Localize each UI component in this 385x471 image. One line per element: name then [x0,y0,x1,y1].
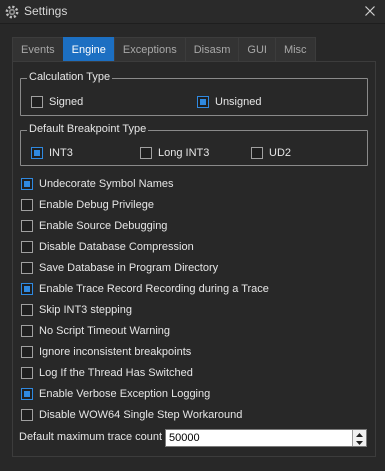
checkbox-label: Disable WOW64 Single Step Workaround [39,409,243,421]
breakpoint-type-title: Default Breakpoint Type [27,123,149,135]
tab-gui[interactable]: GUI [238,37,275,62]
radio-indicator[interactable] [31,96,43,108]
radio-signed[interactable]: Signed [31,94,83,110]
checkbox-indicator[interactable] [21,241,33,253]
radio-long-int3[interactable]: Long INT3 [140,145,209,161]
checkbox-indicator[interactable] [21,262,33,274]
calculation-type-group: Calculation Type Signed Unsigned [20,71,368,116]
checkbox-indicator[interactable] [21,220,33,232]
checkbox-log-if-thread-has-switched[interactable]: Log If the Thread Has Switched [21,365,193,381]
checkbox-undecorate-symbol-names[interactable]: Undecorate Symbol Names [21,176,174,192]
arrow-down-icon [356,436,363,448]
close-icon [365,5,375,19]
engine-panel: Calculation Type Signed Unsigned Default… [12,61,376,457]
checkbox-label: Enable Source Debugging [39,220,168,232]
breakpoint-type-group: Default Breakpoint Type INT3 Long INT3 U… [20,123,368,166]
radio-int3[interactable]: INT3 [31,145,73,161]
title-bar: Settings [0,0,385,24]
checkbox-indicator[interactable] [21,409,33,421]
checkbox-indicator[interactable] [21,325,33,337]
radio-ud2[interactable]: UD2 [251,145,291,161]
checkbox-label: Log If the Thread Has Switched [39,367,193,379]
radio-indicator[interactable] [251,147,263,159]
radio-indicator[interactable] [140,147,152,159]
close-button[interactable] [355,0,385,24]
checkbox-label: Enable Trace Record Recording during a T… [39,283,269,295]
checkbox-skip-int3-stepping[interactable]: Skip INT3 stepping [21,302,132,318]
checkbox-label: Ignore inconsistent breakpoints [39,346,192,358]
checkbox-label: Skip INT3 stepping [39,304,132,316]
checkbox-label: Undecorate Symbol Names [39,178,174,190]
checkbox-label: No Script Timeout Warning [39,325,171,337]
radio-signed-label: Signed [49,96,84,108]
radio-indicator[interactable] [197,96,209,108]
checkbox-disable-wow64-single-step-workaround[interactable]: Disable WOW64 Single Step Workaround [21,407,242,423]
checkbox-enable-debug-privilege[interactable]: Enable Debug Privilege [21,197,154,213]
tab-disasm[interactable]: Disasm [184,37,239,62]
radio-long-int3-label: Long INT3 [158,147,210,159]
trace-count-spinbox[interactable] [165,429,367,447]
radio-ud2-label: UD2 [269,147,292,159]
checkbox-enable-verbose-exception-logging[interactable]: Enable Verbose Exception Logging [21,386,210,402]
checkbox-indicator[interactable] [21,304,33,316]
spin-down-button[interactable] [353,438,366,446]
radio-indicator[interactable] [31,147,43,159]
checkbox-label: Disable Database Compression [39,241,194,253]
checkbox-enable-source-debugging[interactable]: Enable Source Debugging [21,218,167,234]
checkbox-indicator[interactable] [21,367,33,379]
calculation-type-title: Calculation Type [27,71,113,83]
tab-bar: Events Engine Exceptions Disasm GUI Misc [12,37,316,62]
checkbox-label: Enable Debug Privilege [39,199,154,211]
spin-buttons [352,430,366,446]
checkbox-indicator[interactable] [21,283,33,295]
checkbox-label: Enable Verbose Exception Logging [39,388,211,400]
tab-engine[interactable]: Engine [62,37,114,62]
checkbox-indicator[interactable] [21,178,33,190]
checkbox-indicator[interactable] [21,346,33,358]
gear-icon [4,4,20,20]
checkbox-save-database-in-program-directory[interactable]: Save Database in Program Directory [21,260,218,276]
window-title: Settings [24,4,68,18]
tab-events[interactable]: Events [12,37,63,62]
checkbox-no-script-timeout-warning[interactable]: No Script Timeout Warning [21,323,170,339]
checkbox-disable-database-compression[interactable]: Disable Database Compression [21,239,194,255]
checkbox-label: Save Database in Program Directory [39,262,219,274]
checkbox-ignore-inconsistent-breakpoints[interactable]: Ignore inconsistent breakpoints [21,344,191,360]
trace-count-input[interactable] [169,432,339,444]
tab-misc[interactable]: Misc [274,37,316,62]
radio-int3-label: INT3 [49,147,73,159]
trace-count-row: Default maximum trace count [19,429,369,447]
trace-count-label: Default maximum trace count [19,431,163,443]
checkbox-indicator[interactable] [21,388,33,400]
tab-exceptions[interactable]: Exceptions [113,37,185,62]
checkbox-indicator[interactable] [21,199,33,211]
checkbox-enable-trace-record-recording[interactable]: Enable Trace Record Recording during a T… [21,281,269,297]
radio-unsigned[interactable]: Unsigned [197,94,261,110]
radio-unsigned-label: Unsigned [215,96,262,108]
